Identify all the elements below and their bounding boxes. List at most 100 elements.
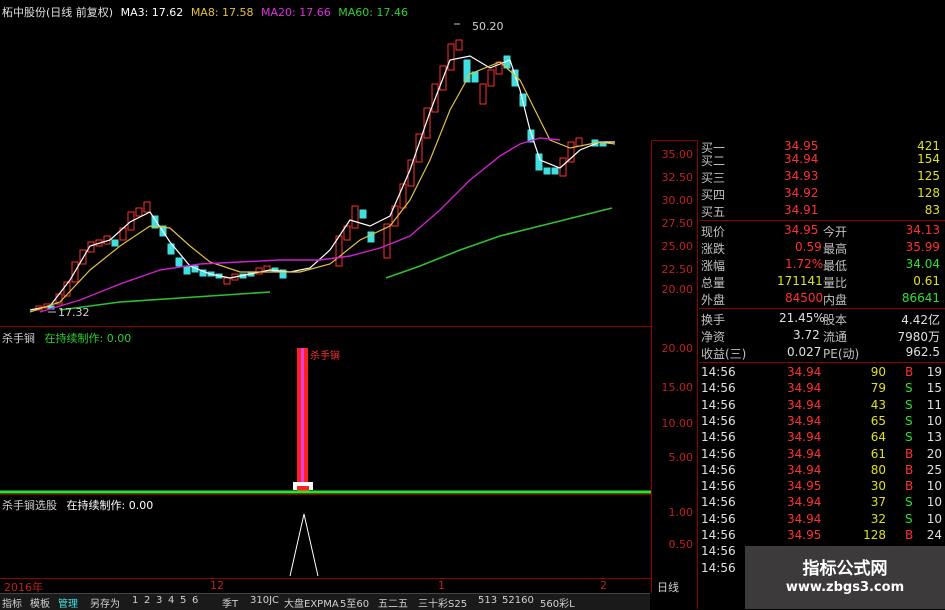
trade-count: 20	[926, 446, 942, 461]
tab-indicator[interactable]: 指标	[2, 595, 22, 610]
trade-volume: 64	[870, 430, 886, 445]
stat-row: 净资 3.72 流通 7980万	[701, 328, 940, 344]
tab-season[interactable]: 季T	[222, 595, 238, 610]
trade-row: 14:56 34.95 30 B 10	[699, 478, 944, 494]
period-label[interactable]: 日线	[657, 579, 679, 595]
indicator2-chart[interactable]	[0, 494, 651, 578]
trade-price: 34.94	[787, 397, 822, 412]
bid-row: 买四 34.92 128	[699, 185, 944, 202]
price-chart[interactable]	[0, 0, 651, 330]
bid-row: 买二 34.94 154	[699, 151, 944, 168]
indicator1-axis: 20.00 15.00 10.00 5.00	[653, 326, 697, 494]
tab-513[interactable]: 513	[478, 595, 497, 606]
trade-count: 10	[926, 479, 942, 494]
trade-time: 14:56	[701, 365, 736, 379]
tab-expma[interactable]: 大盘EXPMA	[284, 595, 339, 610]
date-label: 2	[600, 579, 607, 592]
trade-count: 10	[926, 495, 942, 510]
stat-row: 收益(三) 0.027 PE(动) 962.5	[701, 345, 940, 361]
trade-side: S	[905, 413, 913, 428]
trade-price: 34.94	[787, 381, 822, 396]
trade-price: 34.94	[787, 413, 822, 428]
trade-row: 14:56 34.95 128 B 24	[699, 527, 944, 543]
trade-volume: 90	[870, 365, 886, 379]
site-watermark: 指标公式网 www.zbgs3.com	[745, 546, 945, 609]
trade-price: 34.94	[787, 365, 822, 379]
trade-volume: 61	[870, 446, 886, 461]
trade-row: 14:56 34.94 79 S 15	[699, 380, 944, 396]
panel-separator	[697, 140, 698, 609]
trade-row: 14:56 34.94 37 S 10	[699, 494, 944, 510]
high-price-label: 50.20	[472, 20, 504, 33]
stat-row: 外盘 84500 内盘 86641	[701, 291, 940, 307]
tab-template[interactable]: 模板	[30, 595, 50, 610]
trade-row: 14:56 34.94 64 S 13	[699, 429, 944, 445]
watermark-title: 指标公式网	[802, 559, 888, 579]
trade-time: 14:56	[701, 413, 736, 428]
trade-count: 13	[926, 430, 942, 445]
trade-time: 14:56	[701, 528, 736, 542]
bid-volume: 83	[924, 203, 940, 217]
trade-time: 14:56	[701, 397, 736, 412]
trade-count: 25	[926, 462, 942, 477]
price-tick: 25.00	[661, 240, 694, 253]
indicator-tab-bar: 指标 模板 管理 另存为 1 2 3 4 5 6 季T 310JC 大盘EXPM…	[0, 593, 650, 610]
bid-volume: 128	[917, 186, 940, 200]
tab-4[interactable]: 4	[168, 595, 174, 606]
trade-row: 14:56 34.94 65 S 10	[699, 413, 944, 429]
trade-side: S	[905, 430, 913, 445]
trade-volume: 65	[870, 413, 886, 428]
tab-525[interactable]: 五二五	[378, 595, 408, 610]
bid-price: 34.92	[784, 186, 819, 200]
trade-time: 14:56	[701, 446, 736, 461]
ind1-tick: 20.00	[661, 342, 694, 355]
bid-volume: 154	[917, 152, 940, 166]
bid-price: 34.94	[784, 152, 819, 166]
tab-save-as[interactable]: 另存为	[90, 595, 120, 610]
tab-2[interactable]: 2	[144, 595, 150, 606]
trade-price: 34.94	[787, 446, 822, 461]
trade-count: 10	[926, 413, 942, 428]
ind1-tick: 5.00	[668, 451, 694, 464]
trade-volume: 43	[870, 397, 886, 412]
ind2-tick: 1.00	[668, 506, 694, 519]
tab-310jc[interactable]: 310JC	[250, 595, 279, 606]
price-axis: 35.00 32.50 30.00 27.50 25.00 22.50 20.0…	[653, 0, 697, 330]
quote-panel: 买一 34.95 421 买二 34.94 154 买三 34.93 125 买…	[699, 139, 945, 609]
bid-price: 34.91	[784, 203, 819, 217]
trade-price: 34.95	[787, 528, 822, 542]
trade-time: 14:56	[701, 560, 736, 575]
trade-side: S	[905, 397, 913, 412]
trade-side: B	[905, 479, 914, 494]
trade-price: 34.95	[787, 479, 822, 494]
indicator2-axis: 1.00 0.50	[653, 494, 697, 578]
tab-52160[interactable]: 52160	[502, 595, 534, 606]
trade-time: 14:56	[701, 381, 736, 396]
trade-volume: 80	[870, 462, 886, 477]
trade-volume: 37	[870, 495, 886, 510]
tab-5-60[interactable]: 5至60	[340, 595, 369, 610]
price-tick: 22.50	[661, 263, 694, 276]
trade-side: S	[905, 381, 913, 396]
tab-3[interactable]: 3	[156, 595, 162, 606]
bid-price: 34.93	[784, 169, 819, 183]
tab-manage[interactable]: 管理	[58, 595, 78, 610]
trade-count: 10	[926, 511, 942, 526]
stat-row: 涨幅 1.72% 最低 34.04	[701, 257, 940, 273]
trade-time: 14:56	[701, 430, 736, 445]
tab-1[interactable]: 1	[132, 595, 138, 606]
tab-5[interactable]: 5	[180, 595, 186, 606]
trade-volume: 30	[870, 479, 886, 494]
trade-price: 34.94	[787, 462, 822, 477]
ind1-tick: 15.00	[661, 381, 694, 394]
trade-row: 14:56 34.94 61 B 20	[699, 446, 944, 462]
pane-divider-3	[0, 578, 651, 579]
tab-s25[interactable]: 三十彩S25	[418, 595, 467, 610]
ind2-tick: 0.50	[668, 538, 694, 551]
tab-6[interactable]: 6	[192, 595, 198, 606]
low-price-label: 17.32	[58, 306, 90, 319]
signal-marker-label: 杀手锏	[310, 351, 340, 362]
trade-side: S	[905, 511, 913, 526]
tab-560l[interactable]: 560彩L	[540, 595, 575, 610]
stat-row: 换手 21.45% 股本 4.42亿	[701, 311, 940, 327]
